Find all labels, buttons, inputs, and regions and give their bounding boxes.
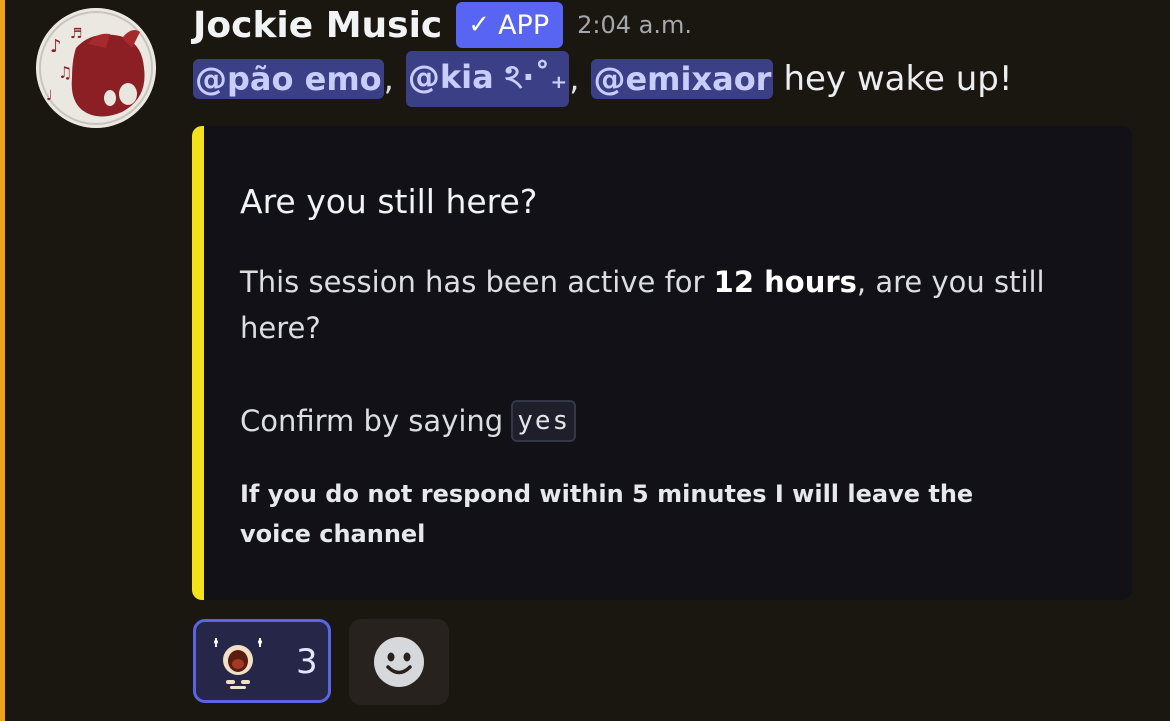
avatar[interactable]: ♪ ♫ ♩ ♬	[36, 8, 156, 128]
svg-text:♬: ♬	[70, 26, 83, 42]
embed-description-bold: 12 hours	[713, 265, 857, 299]
jockie-music-avatar-icon: ♪ ♫ ♩ ♬	[36, 8, 156, 128]
embed-accent-bar	[192, 126, 204, 600]
svg-text:♪: ♪	[50, 36, 62, 57]
mention-kia[interactable]: @kia ঽ·˚₊	[405, 51, 570, 107]
svg-text:♫: ♫	[58, 63, 72, 82]
message-text: hey wake up!	[783, 59, 1013, 99]
mention-separator: ,	[383, 60, 394, 98]
smiley-icon	[374, 637, 424, 687]
message-content: @pão emo , @kia ঽ·˚₊ , @emixaor hey wake…	[193, 51, 1013, 107]
unread-indicator-strip	[0, 0, 5, 721]
embed-description: This session has been active for 12 hour…	[240, 259, 1090, 351]
mention-pao-emo[interactable]: @pão emo	[193, 59, 384, 99]
add-reaction-button[interactable]	[349, 619, 449, 705]
app-badge-label: APP	[498, 9, 550, 41]
svg-text:♩: ♩	[46, 88, 53, 104]
mention-separator: ,	[569, 60, 580, 98]
app-badge: ✓ APP	[456, 2, 564, 48]
embed-footer-note: If you do not respond within 5 minutes I…	[240, 480, 974, 548]
shocked-face-emoji-icon	[214, 638, 262, 689]
embed-card: Are you still here? This session has bee…	[192, 126, 1132, 600]
reaction-button[interactable]: 3	[193, 619, 331, 703]
verified-check-icon: ✓	[468, 10, 491, 40]
embed-confirm-code: yes	[511, 400, 577, 442]
embed-confirm-text: Confirm by saying	[240, 404, 504, 438]
embed-description-prefix: This session has been active for	[240, 265, 714, 299]
message-header: Jockie Music ✓ APP 2:04 a.m.	[193, 0, 692, 50]
embed-title: Are you still here?	[240, 182, 538, 221]
mention-emixaor[interactable]: @emixaor	[591, 59, 774, 99]
author-username[interactable]: Jockie Music	[193, 5, 442, 46]
message-timestamp[interactable]: 2:04 a.m.	[577, 11, 692, 39]
embed-confirm-line: Confirm by saying yes	[240, 400, 577, 442]
reaction-count: 3	[296, 642, 318, 682]
